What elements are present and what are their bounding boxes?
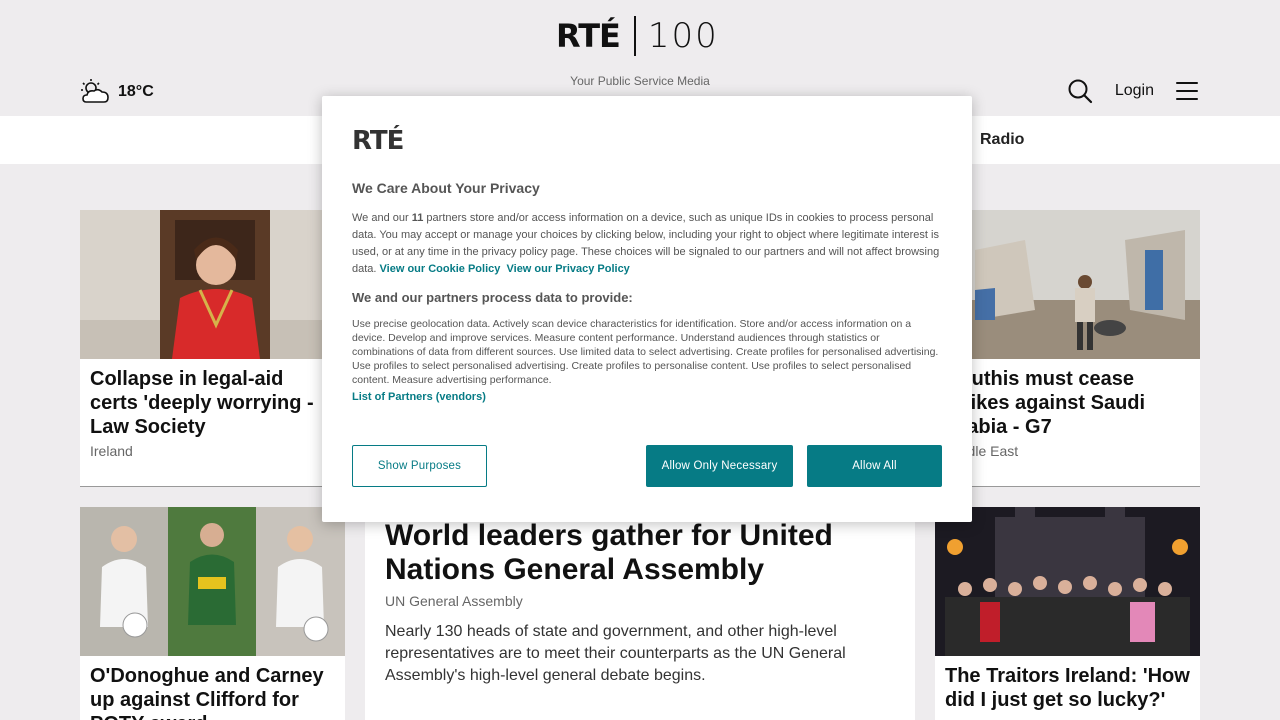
partly-cloudy-icon (81, 79, 109, 103)
weather-widget[interactable]: 18°C (80, 78, 154, 106)
header-actions: Login (1067, 78, 1198, 104)
feature-story-card[interactable]: World leaders gather for United Nations … (365, 507, 915, 720)
show-purposes-button[interactable]: Show Purposes (352, 445, 487, 487)
card-category[interactable]: Ireland (80, 439, 344, 463)
search-icon[interactable] (1067, 78, 1093, 104)
nav-item-radio[interactable]: Radio (980, 131, 1024, 149)
partners-list-link[interactable]: List of Partners (vendors) (352, 391, 942, 403)
allow-all-button[interactable]: Allow All (807, 445, 942, 487)
cookie-policy-link[interactable]: View our Cookie Policy (380, 263, 501, 275)
dialog-description: We and our 11 partners store and/or acce… (352, 210, 942, 278)
partner-count: 11 (411, 212, 424, 224)
card-image (80, 507, 345, 656)
login-link[interactable]: Login (1115, 82, 1154, 100)
news-card-legal-aid[interactable]: Collapse in legal-aid certs 'deeply worr… (80, 210, 344, 486)
hamburger-menu-icon[interactable] (1176, 82, 1198, 100)
logo-rte-text: RTÉ (556, 17, 621, 55)
card-headline[interactable]: O'Donoghue and Carney up against Cliffor… (80, 656, 345, 720)
dialog-title: We Care About Your Privacy (352, 180, 540, 196)
logo-divider (633, 16, 636, 56)
site-logo[interactable]: RTÉ 100 (556, 16, 719, 56)
news-card-houthis[interactable]: Houthis must cease strikes against Saudi… (935, 210, 1200, 486)
card-headline[interactable]: Houthis must cease strikes against Saudi… (935, 359, 1200, 439)
dialog-subtitle: We and our partners process data to prov… (352, 290, 633, 305)
card-image (80, 210, 344, 359)
privacy-policy-link[interactable]: View our Privacy Policy (507, 263, 630, 275)
logo-100-text: 100 (647, 16, 719, 56)
feature-summary: Nearly 130 heads of state and government… (385, 623, 846, 684)
news-card-gaa[interactable]: O'Donoghue and Carney up against Cliffor… (80, 507, 345, 720)
feature-category[interactable]: UN General Assembly (365, 587, 915, 615)
card-category[interactable]: Middle East (935, 439, 1200, 463)
privacy-consent-dialog: RTÉ We Care About Your Privacy We and ou… (322, 96, 972, 522)
card-headline[interactable]: The Traitors Ireland: 'How did I just ge… (935, 656, 1200, 712)
dialog-description-prefix: We and our (352, 212, 412, 224)
card-headline[interactable]: Collapse in legal-aid certs 'deeply worr… (80, 359, 344, 439)
allow-only-necessary-button[interactable]: Allow Only Necessary (646, 445, 793, 487)
purposes-list: Use precise geolocation data. Actively s… (352, 318, 939, 386)
temperature: 18°C (118, 83, 154, 100)
card-image (935, 210, 1200, 359)
news-card-traitors[interactable]: The Traitors Ireland: 'How did I just ge… (935, 507, 1200, 720)
dialog-logo: RTÉ (352, 126, 404, 156)
card-image (935, 507, 1200, 656)
